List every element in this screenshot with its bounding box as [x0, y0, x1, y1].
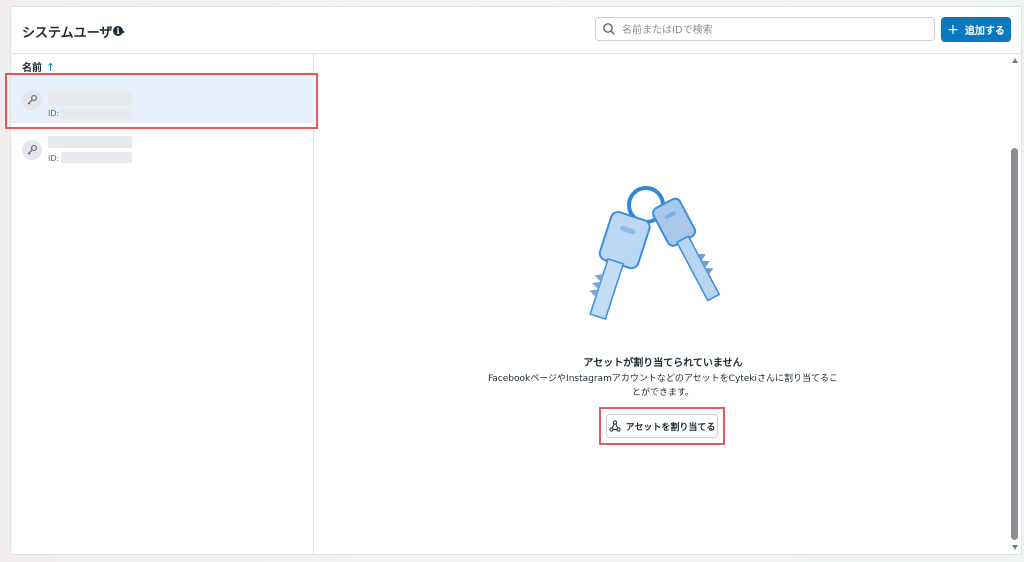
- info-icon[interactable]: i: [113, 26, 123, 36]
- name-column-header[interactable]: 名前 ↑: [22, 59, 55, 74]
- page-title: システムユーザー: [22, 26, 126, 41]
- redacted-id: [61, 108, 132, 119]
- id-label: ID:: [48, 154, 60, 163]
- redacted-name: [48, 92, 132, 106]
- scroll-down-arrow-icon[interactable]: [1012, 545, 1018, 550]
- keys-illustration: [589, 186, 721, 320]
- asset-network-icon: [608, 420, 621, 432]
- assign-highlight-box: アセットを割り当てる: [599, 407, 725, 445]
- assign-assets-label: アセットを割り当てる: [625, 422, 716, 433]
- add-button[interactable]: + 追加する: [941, 17, 1011, 42]
- assign-assets-button[interactable]: アセットを割り当てる: [606, 414, 718, 438]
- header: システムユーザー i + 追加する: [11, 7, 1021, 54]
- add-button-label: 追加する: [964, 26, 1005, 37]
- list-item[interactable]: ID:: [11, 132, 314, 180]
- redacted-id: [61, 152, 132, 163]
- plus-icon: +: [947, 21, 959, 38]
- empty-state-title: アセットが割り当てられていません: [583, 358, 743, 369]
- scrollbar[interactable]: [1009, 54, 1021, 554]
- redacted-name: [48, 136, 132, 148]
- scroll-up-arrow-icon[interactable]: [1012, 58, 1018, 63]
- name-column-label: 名前: [22, 63, 42, 74]
- system-user-list: 名前 ↑ ID: ID:: [5, 54, 318, 554]
- empty-state-description: FacebookページやInstagramアカウントなどのアセットをCyteki…: [487, 374, 839, 398]
- id-label: ID:: [48, 109, 60, 118]
- list-item[interactable]: ID:: [5, 73, 318, 129]
- scroll-thumb[interactable]: [1011, 148, 1018, 540]
- system-users-panel: システムユーザー i + 追加する 名前 ↑: [5, 6, 1022, 555]
- search-icon: [603, 23, 615, 35]
- key-icon: [22, 90, 42, 110]
- key-icon: [22, 140, 42, 160]
- sort-ascending-icon[interactable]: ↑: [46, 61, 55, 74]
- search-box[interactable]: [595, 17, 935, 41]
- search-input[interactable]: [620, 20, 924, 40]
